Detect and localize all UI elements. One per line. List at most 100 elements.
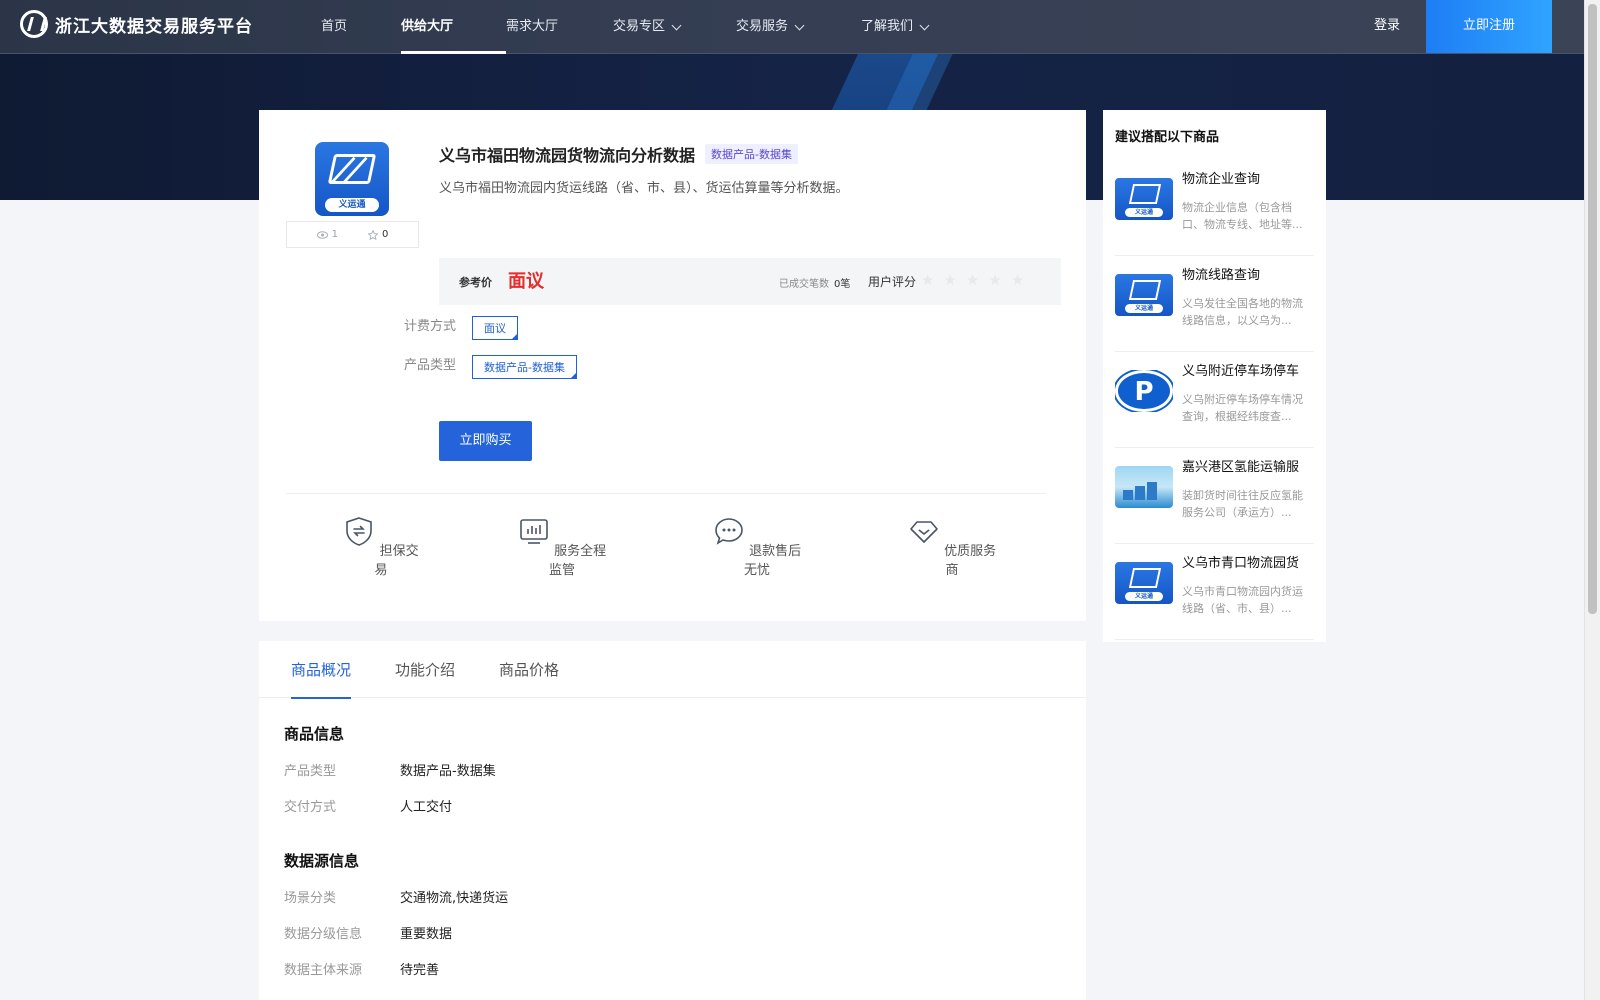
deal-count-value: 0笔 bbox=[834, 279, 851, 290]
logo-slashes-icon bbox=[1128, 568, 1162, 588]
view-count: 1 bbox=[316, 229, 338, 240]
feature-refund-service: 退款售后无忧 bbox=[712, 515, 802, 578]
thumbnail-brand: 义运通 bbox=[1125, 592, 1163, 601]
logo-text: 浙江大数据交易服务平台 bbox=[55, 16, 253, 37]
recommended-item-desc: 物流企业信息（包含档口、物流专线、地址等... bbox=[1182, 201, 1303, 231]
view-count-value: 1 bbox=[331, 229, 338, 240]
recommended-item-thumbnail: 义运通 bbox=[1115, 178, 1173, 220]
site-logo[interactable]: 浙江大数据交易服务平台 bbox=[20, 10, 253, 38]
nav-demand-hall-label: 需求大厅 bbox=[506, 19, 559, 34]
tab-features[interactable]: 功能介绍 bbox=[395, 659, 455, 698]
recommended-item[interactable]: 义运通 义乌市青口物流园货 义乌市青口物流园内货运线路（省、市、县）... bbox=[1115, 544, 1314, 640]
feature-label: 服务全程监管 bbox=[548, 544, 607, 578]
product-type-option[interactable]: 数据产品-数据集 bbox=[472, 355, 577, 379]
star-icon[interactable]: ★ bbox=[988, 271, 1001, 289]
source-info-key: 场景分类 bbox=[284, 891, 337, 906]
billing-method-label: 计费方式 bbox=[404, 319, 457, 334]
product-stats: 1 0 bbox=[286, 221, 419, 248]
nav-about-us[interactable]: 了解我们 bbox=[861, 0, 961, 54]
feature-label: 退款售后无忧 bbox=[743, 544, 802, 578]
star-icon[interactable]: ★ bbox=[943, 271, 956, 289]
star-icon[interactable]: ★ bbox=[1011, 271, 1024, 289]
detail-tabs: 商品概况 功能介绍 商品价格 bbox=[259, 641, 1086, 699]
feature-label: 担保交易 bbox=[374, 544, 419, 578]
tab-pricing[interactable]: 商品价格 bbox=[499, 659, 559, 698]
source-info-title: 数据源信息 bbox=[284, 852, 360, 870]
recommended-item-thumbnail bbox=[1115, 466, 1173, 508]
nav-about-us-label: 了解我们 bbox=[861, 19, 914, 34]
tab-overview[interactable]: 商品概况 bbox=[291, 659, 352, 699]
logo-slashes-icon bbox=[1128, 280, 1162, 300]
product-title-row: 义乌市福田物流园货物流向分析数据 数据产品-数据集 bbox=[439, 142, 798, 166]
buy-now-button[interactable]: 立即购买 bbox=[439, 421, 532, 461]
price-bar: 参考价 面议 已成交笔数 0笔 用户评分 ★ ★ ★ ★ ★ bbox=[439, 258, 1061, 305]
nav-trade-service-label: 交易服务 bbox=[736, 19, 789, 34]
chevron-down-icon bbox=[671, 20, 682, 30]
recommended-item[interactable]: 义运通 物流企业查询 物流企业信息（包含档口、物流专线、地址等... bbox=[1115, 160, 1314, 256]
product-card: 义运通 1 0 义乌市福田物流园货物流向分析数据 数据产品-数据集 义乌市福田物… bbox=[259, 110, 1086, 621]
chevron-down-icon bbox=[919, 20, 930, 30]
source-info-key: 数据分级信息 bbox=[284, 927, 363, 942]
product-category-tag: 数据产品-数据集 bbox=[705, 144, 798, 164]
price-label: 参考价 bbox=[459, 276, 492, 289]
recommended-item-desc: 义乌市青口物流园内货运线路（省、市、县）... bbox=[1182, 585, 1303, 615]
recommendation-sidebar: 建议搭配以下商品 义运通 物流企业查询 物流企业信息（包含档口、物流专线、地址等… bbox=[1103, 110, 1326, 642]
shield-exchange-icon bbox=[346, 517, 373, 546]
nav-trade-service[interactable]: 交易服务 bbox=[736, 0, 861, 54]
product-logo-brand: 义运通 bbox=[325, 198, 379, 212]
favorite-count-value: 0 bbox=[382, 229, 389, 240]
feature-service-supervision: 服务全程监管 bbox=[512, 515, 612, 578]
scrollbar-thumb[interactable] bbox=[1588, 4, 1597, 614]
container-icon bbox=[1135, 486, 1145, 500]
recommended-item-name: 义乌市青口物流园货 bbox=[1182, 556, 1300, 571]
product-info-key: 产品类型 bbox=[284, 764, 337, 779]
thumbnail-brand: 义运通 bbox=[1125, 304, 1163, 313]
recommended-item-name: 嘉兴港区氢能运输服 bbox=[1182, 460, 1300, 475]
favorite-count[interactable]: 0 bbox=[368, 229, 388, 240]
logo-slashes-icon bbox=[327, 154, 377, 184]
chevron-down-icon bbox=[794, 20, 805, 30]
register-button[interactable]: 立即注册 bbox=[1426, 0, 1552, 53]
rating-stars[interactable]: ★ ★ ★ ★ ★ bbox=[921, 271, 1024, 289]
product-info-value: 人工交付 bbox=[400, 800, 453, 815]
nav-home[interactable]: 首页 bbox=[321, 0, 401, 54]
product-description: 义乌市福田物流园内货运线路（省、市、县）、货运估算量等分析数据。 bbox=[439, 181, 849, 196]
logo-slashes-icon bbox=[1128, 184, 1162, 204]
nav-trade-zone-label: 交易专区 bbox=[613, 19, 666, 34]
monitor-chart-icon bbox=[520, 519, 548, 544]
price-value: 面议 bbox=[508, 271, 544, 292]
product-logo: 义运通 bbox=[315, 142, 389, 216]
recommended-item-thumbnail: P bbox=[1115, 370, 1173, 412]
recommended-item-thumbnail: 义运通 bbox=[1115, 274, 1173, 316]
parking-icon: P bbox=[1115, 370, 1173, 412]
main-nav: 首页 供给大厅 需求大厅 交易专区 交易服务 了解我们 bbox=[310, 0, 961, 54]
star-icon[interactable]: ★ bbox=[966, 271, 979, 289]
source-info-value: 待完善 bbox=[400, 963, 440, 978]
thumbnail-brand: 义运通 bbox=[1125, 208, 1163, 217]
nav-trade-zone[interactable]: 交易专区 bbox=[613, 0, 736, 54]
diamond-icon bbox=[910, 521, 938, 543]
nav-demand-hall[interactable]: 需求大厅 bbox=[506, 0, 613, 54]
chat-bubble-icon bbox=[715, 518, 743, 545]
login-link[interactable]: 登录 bbox=[1374, 0, 1400, 52]
nav-supply-hall-label: 供给大厅 bbox=[401, 19, 454, 34]
recommended-item[interactable]: 嘉兴港区氢能运输服 装卸货时间往往反应氢能服务公司（承运方）... bbox=[1115, 448, 1314, 544]
product-type-label: 产品类型 bbox=[404, 358, 457, 373]
source-info-key: 数据主体来源 bbox=[284, 963, 363, 978]
deal-count-label: 已成交笔数 bbox=[779, 279, 829, 290]
nav-home-label: 首页 bbox=[321, 19, 348, 34]
recommended-item-desc: 装卸货时间往往反应氢能服务公司（承运方）... bbox=[1182, 489, 1303, 519]
recommended-item[interactable]: 义运通 物流线路查询 义乌发往全国各地的物流线路信息，以义乌为... bbox=[1115, 256, 1314, 352]
nav-supply-hall[interactable]: 供给大厅 bbox=[401, 0, 506, 54]
star-icon[interactable]: ★ bbox=[921, 271, 934, 289]
recommended-item-desc: 义乌附近停车场停车情况查询，根据经纬度查... bbox=[1182, 393, 1303, 423]
recommended-item[interactable]: P 义乌附近停车场停车 义乌附近停车场停车情况查询，根据经纬度查... bbox=[1115, 352, 1314, 448]
recommended-item-name: 义乌附近停车场停车 bbox=[1182, 364, 1300, 379]
billing-method-option[interactable]: 面议 bbox=[472, 316, 518, 340]
product-info-title: 商品信息 bbox=[284, 725, 345, 743]
container-icon bbox=[1147, 482, 1157, 500]
page-scrollbar[interactable] bbox=[1584, 0, 1600, 1000]
source-info-value: 交通物流,快递货运 bbox=[400, 891, 509, 906]
sidebar-title: 建议搭配以下商品 bbox=[1115, 130, 1220, 145]
product-info-key: 交付方式 bbox=[284, 800, 337, 815]
